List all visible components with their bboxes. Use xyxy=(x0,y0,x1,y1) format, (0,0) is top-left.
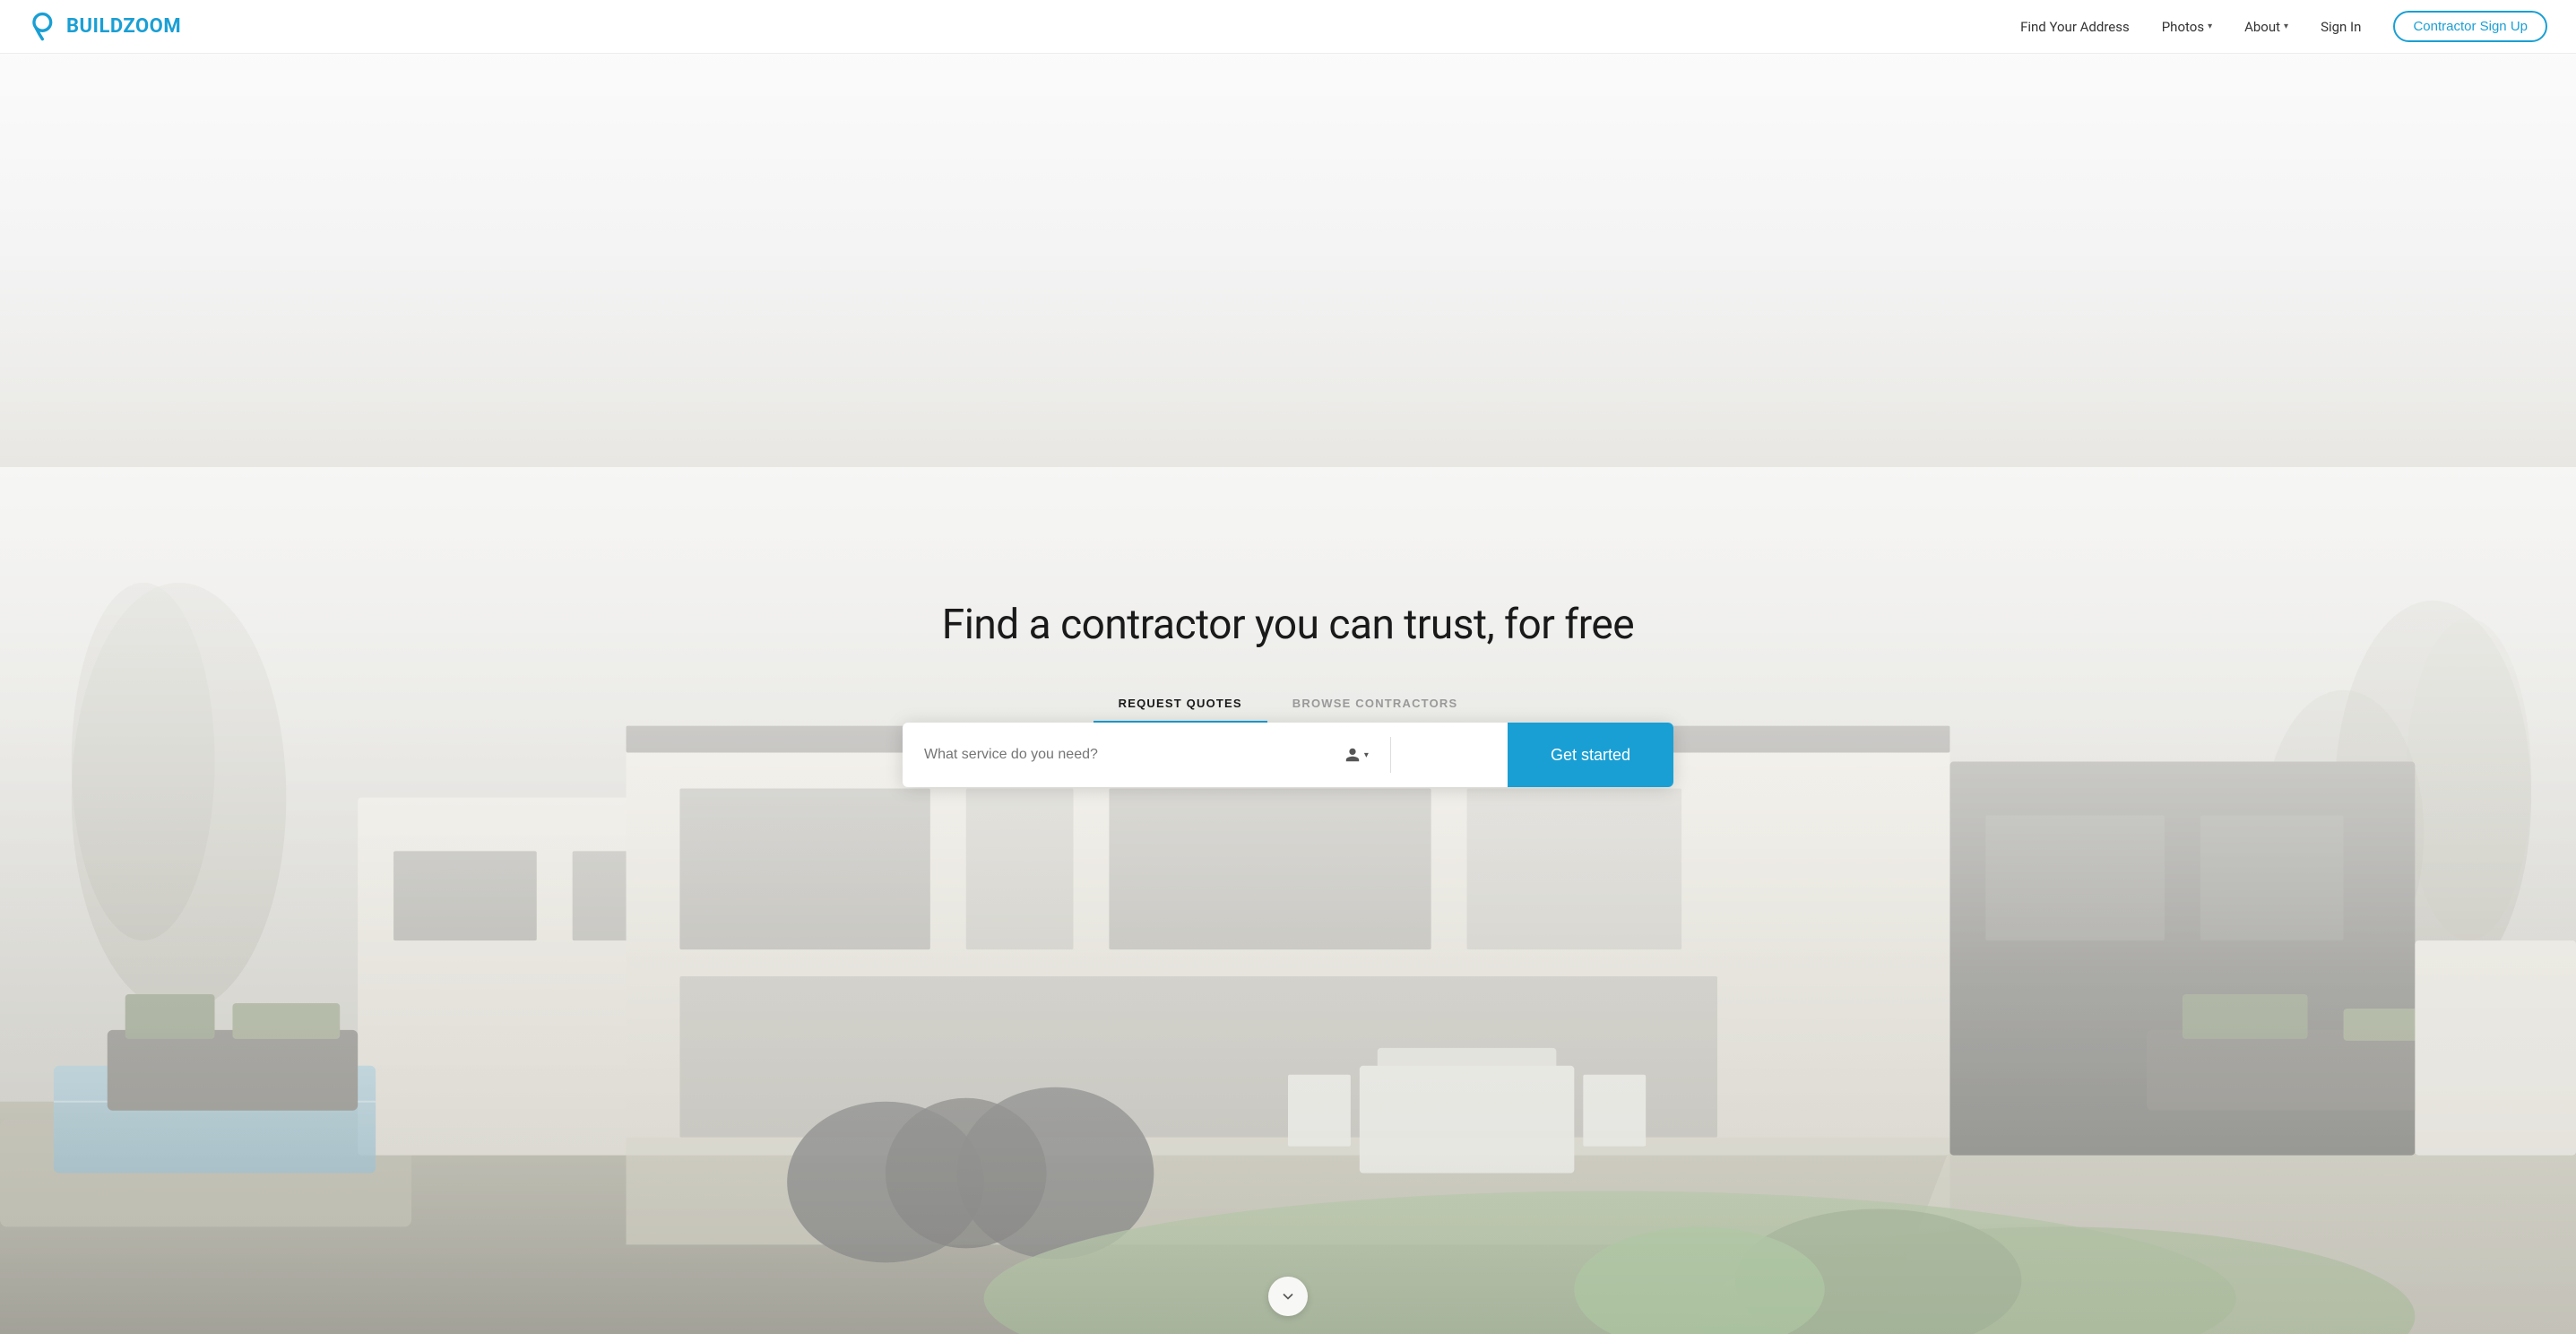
nav-links: Find Your Address Photos ▾ About ▾ Sign … xyxy=(2020,11,2547,42)
search-box: ▾ 18015 Get started xyxy=(903,723,1673,787)
hero-content: Find a contractor you can trust, for fre… xyxy=(885,601,1691,787)
hero-title: Find a contractor you can trust, for fre… xyxy=(942,601,1634,650)
tab-browse-contractors[interactable]: BROWSE CONTRACTORS xyxy=(1267,686,1483,723)
nav-about[interactable]: About ▾ xyxy=(2244,19,2288,35)
search-zip-field: 18015 xyxy=(1391,723,1508,787)
about-chevron-icon: ▾ xyxy=(2284,22,2288,31)
nav-find-address[interactable]: Find Your Address xyxy=(2020,19,2130,35)
get-started-button[interactable]: Get started xyxy=(1508,723,1673,787)
contractor-signup-button[interactable]: Contractor Sign Up xyxy=(2393,11,2547,42)
logo-icon xyxy=(29,12,59,42)
logo-text: BUILDZOOM xyxy=(66,15,181,38)
nav-signin[interactable]: Sign In xyxy=(2321,19,2361,35)
scroll-down-button[interactable] xyxy=(1268,1277,1308,1316)
search-tabs: REQUEST QUOTES BROWSE CONTRACTORS xyxy=(1094,686,1483,723)
nav-photos[interactable]: Photos ▾ xyxy=(2162,19,2212,35)
main-navigation: BUILDZOOM Find Your Address Photos ▾ Abo… xyxy=(0,0,2576,54)
person-dropdown-chevron: ▾ xyxy=(1364,750,1369,760)
hero-section: Find a contractor you can trust, for fre… xyxy=(0,0,2576,1334)
search-service-input[interactable] xyxy=(924,747,1334,763)
chevron-down-icon xyxy=(1279,1287,1297,1305)
search-zip-input[interactable]: 18015 xyxy=(1413,747,1486,763)
logo[interactable]: BUILDZOOM xyxy=(29,12,181,42)
tab-request-quotes[interactable]: REQUEST QUOTES xyxy=(1094,686,1267,723)
search-service-field: ▾ xyxy=(903,723,1390,787)
photos-chevron-icon: ▾ xyxy=(2208,22,2212,31)
person-icon: ▾ xyxy=(1344,747,1369,763)
